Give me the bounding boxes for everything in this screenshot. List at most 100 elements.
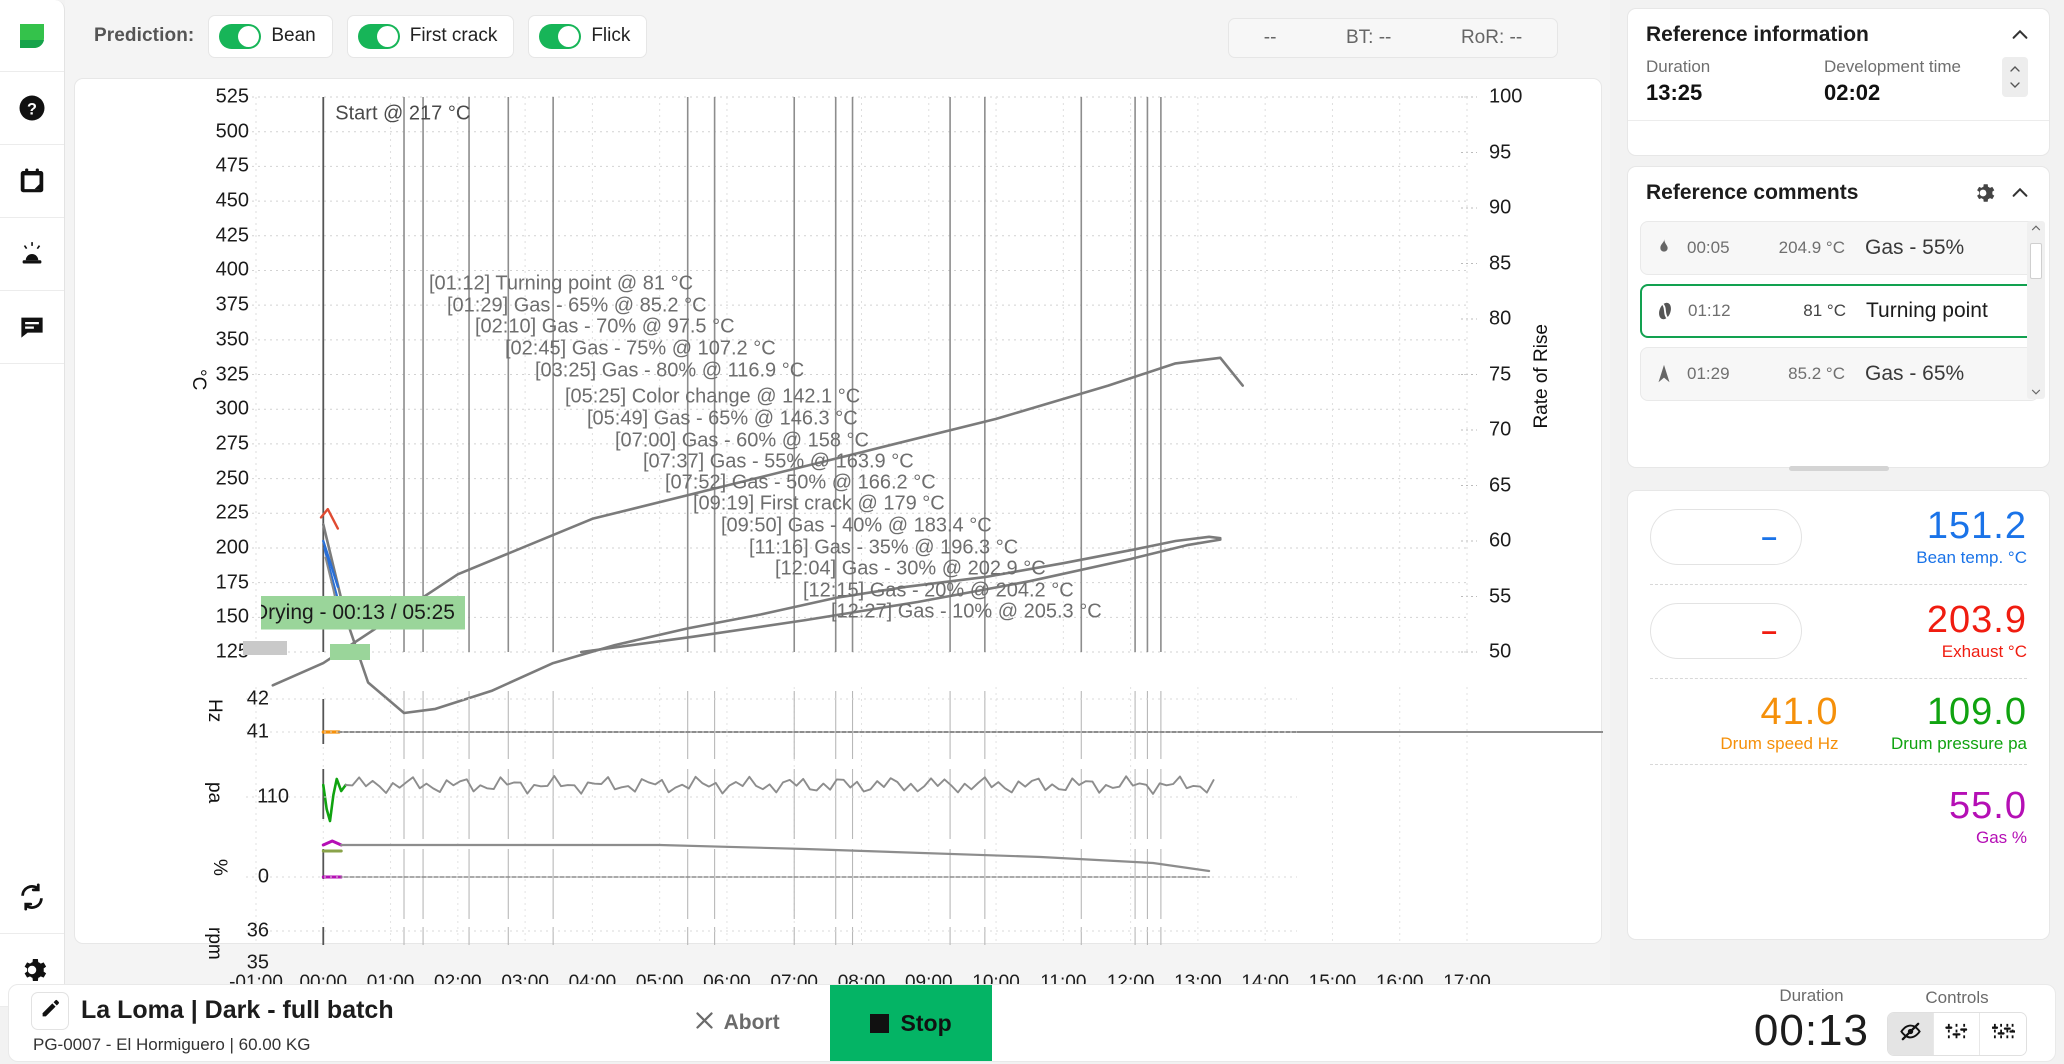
subplot-unit-pa: pa xyxy=(204,782,225,804)
prediction-label: Prediction: xyxy=(94,25,195,46)
reference-development-label: Development time xyxy=(1824,57,1962,76)
comments-scrollbar[interactable] xyxy=(2027,221,2045,399)
drum-speed-readout: 41.0 Drum speed Hz xyxy=(1650,692,1838,754)
exhaust-temp-value: 203.9 xyxy=(1926,598,2027,641)
abort-button[interactable]: Abort xyxy=(694,1010,780,1037)
drum-pressure-caption: Drum pressure pa xyxy=(1890,733,2027,753)
y-axis-tick: 275 xyxy=(215,432,249,455)
left-sidebar: ? xyxy=(0,0,65,1007)
y2-axis-tick: 75 xyxy=(1489,363,1512,385)
chart-annotation: [07:52] Gas - 50% @ 166.2 °C xyxy=(665,471,936,494)
duration-label: Duration xyxy=(1779,986,1844,1005)
toggle-bean[interactable]: Bean xyxy=(208,14,333,58)
chart-annotation: [07:37] Gas - 55% @ 163.9 °C xyxy=(643,450,914,473)
comment-temp: 81 °C xyxy=(1803,301,1846,320)
y-axis-tick: 375 xyxy=(215,293,249,316)
comment-temp: 204.9 °C xyxy=(1778,238,1845,257)
subplot-tick: 35 xyxy=(246,951,269,974)
chart-annotation: [09:19] First crack @ 179 °C xyxy=(693,492,945,515)
sidebar-item-calendar[interactable] xyxy=(0,145,64,218)
exhaust-temp-pill[interactable]: – xyxy=(1650,603,1802,660)
list-item[interactable]: 00:05 204.9 °C Gas - 55% xyxy=(1640,221,2039,275)
drum-pressure-readout: 109.0 Drum pressure pa xyxy=(1839,692,2027,754)
reference-duration-value: 13:25 xyxy=(1646,80,1703,105)
exhaust-temp-caption: Exhaust °C xyxy=(1941,641,2027,661)
chevron-down-icon xyxy=(2010,82,2020,88)
toggle-bean-switch[interactable] xyxy=(219,23,262,49)
panel-resize-handle[interactable] xyxy=(1788,466,1889,471)
edit-batch-button[interactable] xyxy=(31,991,69,1030)
reference-comments-card: Reference comments 00:05 204.9 °C Gas - … xyxy=(1627,166,2050,468)
subplot-tick: 110 xyxy=(257,785,289,808)
y2-axis-tick: 85 xyxy=(1489,252,1512,274)
bt-ror-readout: -- BT: -- RoR: -- xyxy=(1228,18,1558,58)
sliders-icon xyxy=(1945,1020,1968,1048)
y2-axis-tick: 55 xyxy=(1489,585,1512,607)
duration-value: 00:13 xyxy=(1753,1006,1869,1055)
toggle-first-crack-switch[interactable] xyxy=(357,23,400,49)
toggle-flick-label: Flick xyxy=(591,25,631,46)
toggle-first-crack[interactable]: First crack xyxy=(346,14,515,58)
y-axis-tick: 300 xyxy=(215,397,249,420)
toggle-bean-label: Bean xyxy=(271,25,316,46)
reference-comments-list[interactable]: 00:05 204.9 °C Gas - 55% 01:12 81 °C Tur… xyxy=(1628,215,2049,405)
y-axis-tick: 150 xyxy=(215,605,249,628)
y2-axis-title: Rate of Rise xyxy=(1531,324,1552,429)
chart-annotation: [01:12] Turning point @ 81 °C xyxy=(429,272,694,295)
abort-label: Abort xyxy=(723,1011,780,1034)
advanced-controls-button[interactable] xyxy=(1980,1013,2026,1055)
bean-icon xyxy=(1654,300,1676,322)
hide-controls-button[interactable] xyxy=(1888,1013,1934,1055)
gear-icon[interactable] xyxy=(1971,181,1995,205)
bean-temp-pill[interactable]: – xyxy=(1650,509,1802,566)
stop-button[interactable]: Stop xyxy=(829,985,992,1061)
main-panel: Prediction: Bean First crack Flick -- BT… xyxy=(65,0,1610,1007)
subplot-unit-hz: Hz xyxy=(204,699,225,723)
logo-icon xyxy=(17,21,47,51)
scrollbar-thumb[interactable] xyxy=(2030,243,2042,279)
bean-temp-row: – 151.2 Bean temp. °C xyxy=(1628,491,2049,584)
y-axis-tick: 225 xyxy=(215,501,249,524)
sidebar-item-help[interactable]: ? xyxy=(0,72,64,145)
toggle-flick-switch[interactable] xyxy=(539,23,582,49)
reference-info-spinner[interactable] xyxy=(2002,57,2028,97)
chart-annotation: [03:25] Gas - 80% @ 116.9 °C xyxy=(535,359,805,382)
chart-annotation: [05:49] Gas - 65% @ 146.3 °C xyxy=(587,407,858,430)
reference-duration-label: Duration xyxy=(1646,57,1711,76)
y-axis-tick: 400 xyxy=(215,258,249,281)
chart-start-label: Start @ 217 °C xyxy=(335,102,471,125)
chart-annotation: [12:04] Gas - 30% @ 202.9 °C xyxy=(775,557,1046,580)
help-icon: ? xyxy=(17,93,47,123)
chevron-up-icon[interactable] xyxy=(2009,182,2031,204)
gas-value: 55.0 xyxy=(1949,784,2027,827)
roast-chart[interactable]: °C Rate of Rise 525 500 475 450 425 400 375 350 32… xyxy=(75,79,1603,993)
sidebar-item-logo[interactable] xyxy=(0,0,64,72)
comment-time: 01:12 xyxy=(1688,301,1731,320)
subplot-tick: 36 xyxy=(246,919,269,942)
simple-controls-button[interactable] xyxy=(1934,1013,1980,1055)
readout-ror: RoR: -- xyxy=(1460,27,1523,48)
batch-subtitle: PG-0007 - El Hormiguero | 60.00 KG xyxy=(33,1034,311,1054)
comment-text: Gas - 55% xyxy=(1865,236,1965,259)
controls-group-wrap: Controls xyxy=(1887,988,2027,1056)
gas-readout-row: 55.0 Gas % xyxy=(1628,765,2049,858)
comment-text: Gas - 65% xyxy=(1865,362,1965,385)
toggle-flick[interactable]: Flick xyxy=(528,14,648,58)
sidebar-item-chat[interactable] xyxy=(0,291,64,364)
comment-temp: 85.2 °C xyxy=(1788,364,1845,383)
y2-axis-tick: 70 xyxy=(1489,418,1512,441)
sidebar-item-refresh[interactable] xyxy=(0,861,64,934)
reference-duration: Duration 13:25 xyxy=(1646,57,1824,106)
y-axis-tick: 525 xyxy=(215,85,249,108)
roast-chart-card[interactable]: °C Rate of Rise 525 500 475 450 425 400 375 350 32… xyxy=(74,78,1603,993)
chevron-up-icon[interactable] xyxy=(2009,24,2031,46)
reference-development-value: 02:02 xyxy=(1824,80,1881,105)
list-item[interactable]: 01:12 81 °C Turning point xyxy=(1640,284,2039,338)
list-item[interactable]: 01:29 85.2 °C Gas - 65% xyxy=(1640,347,2039,401)
sidebar-item-alarm[interactable] xyxy=(0,218,64,291)
stop-label: Stop xyxy=(900,1009,952,1036)
subplot-unit-pct: % xyxy=(209,859,230,876)
reference-development-time: Development time 02:02 xyxy=(1824,57,2002,106)
gear-icon xyxy=(17,955,47,985)
